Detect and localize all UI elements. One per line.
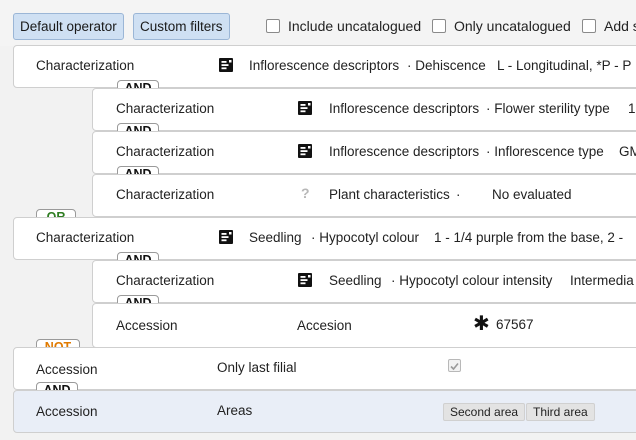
- descriptor-icon: [219, 58, 233, 72]
- checkbox-box[interactable]: [582, 19, 596, 33]
- descriptor-field: · Hypocotyl colour intensity: [391, 273, 553, 288]
- only-uncatalogued-checkbox[interactable]: Only uncatalogued: [432, 17, 571, 35]
- add-s-checkbox[interactable]: Add s: [582, 17, 636, 35]
- filter-type: Accession: [36, 404, 98, 419]
- filter-value: No evaluated: [492, 187, 572, 202]
- filter-value: 67567: [496, 317, 534, 332]
- filter-row[interactable]: Characterization Inflorescence descripto…: [92, 131, 636, 174]
- filter-row[interactable]: Characterization Seedling · Hypocotyl co…: [13, 217, 636, 260]
- descriptor-field: · Dehiscence: [407, 58, 486, 73]
- descriptor-field: ·: [456, 187, 461, 202]
- filter-row[interactable]: Accession Accesion ✱ 67567: [92, 303, 636, 348]
- filter-type: Accession: [36, 362, 98, 377]
- descriptor-icon: [219, 230, 233, 244]
- filter-type: Characterization: [116, 144, 215, 159]
- checkbox-box[interactable]: [266, 19, 280, 33]
- filter-type: Characterization: [116, 187, 215, 202]
- filter-type: Characterization: [116, 101, 215, 116]
- filter-type: Characterization: [116, 273, 215, 288]
- area-tag: Third area: [526, 403, 595, 421]
- filter-row[interactable]: Characterization ? Plant characteristics…: [92, 174, 636, 217]
- descriptor-name: Plant characteristics: [329, 187, 450, 202]
- descriptor-icon: [298, 101, 312, 115]
- area-tag: Second area: [443, 403, 526, 421]
- descriptor-icon: [298, 273, 312, 287]
- only-last-filial-checkbox[interactable]: [448, 359, 461, 372]
- only-uncatalogued-label: Only uncatalogued: [454, 18, 571, 34]
- descriptor-icon: [298, 144, 312, 158]
- checkbox-box[interactable]: [432, 19, 446, 33]
- filter-value: L - Longitudinal, *P - P: [497, 58, 632, 73]
- filter-row[interactable]: Accession Only last filial: [13, 347, 636, 390]
- custom-filters-button[interactable]: Custom filters: [133, 13, 230, 40]
- filter-row[interactable]: Accession Areas Second area Third area: [13, 390, 636, 433]
- descriptor-name: Seedling: [249, 230, 302, 245]
- descriptor-name: Inflorescence descriptors: [329, 144, 480, 159]
- filter-row[interactable]: Characterization Seedling · Hypocotyl co…: [92, 260, 636, 303]
- filter-field: Accesion: [297, 318, 352, 333]
- filter-row[interactable]: Characterization Inflorescence descripto…: [13, 45, 636, 88]
- include-uncatalogued-checkbox[interactable]: Include uncatalogued: [266, 17, 421, 35]
- question-icon: ?: [301, 185, 310, 201]
- filter-type: Characterization: [36, 230, 135, 245]
- filter-type: Accession: [116, 318, 178, 333]
- filter-toolbar: Default operator Custom filters Include …: [0, 0, 636, 46]
- descriptor-field: · Inflorescence type: [486, 144, 604, 159]
- filter-value: 1: [628, 101, 636, 116]
- filter-value: GM: [619, 144, 636, 159]
- descriptor-name: Inflorescence descriptors: [249, 58, 400, 73]
- check-icon: [450, 362, 459, 371]
- filter-value: Intermedia: [570, 273, 634, 288]
- filter-value: 1 - 1/4 purple from the base, 2 -: [434, 230, 624, 245]
- asterisk-icon: ✱: [473, 313, 490, 335]
- descriptor-name: Seedling: [329, 273, 382, 288]
- descriptor-field: · Hypocotyl colour: [311, 230, 420, 245]
- filter-type: Characterization: [36, 58, 135, 73]
- filter-field: Areas: [217, 403, 253, 418]
- descriptor-name: Inflorescence descriptors: [329, 101, 480, 116]
- default-operator-button[interactable]: Default operator: [13, 13, 124, 40]
- filter-field: Only last filial: [217, 360, 297, 375]
- descriptor-field: · Flower sterility type: [486, 101, 610, 116]
- filter-row[interactable]: Characterization Inflorescence descripto…: [92, 88, 636, 131]
- add-s-label: Add s: [604, 18, 636, 34]
- include-uncatalogued-label: Include uncatalogued: [288, 18, 422, 34]
